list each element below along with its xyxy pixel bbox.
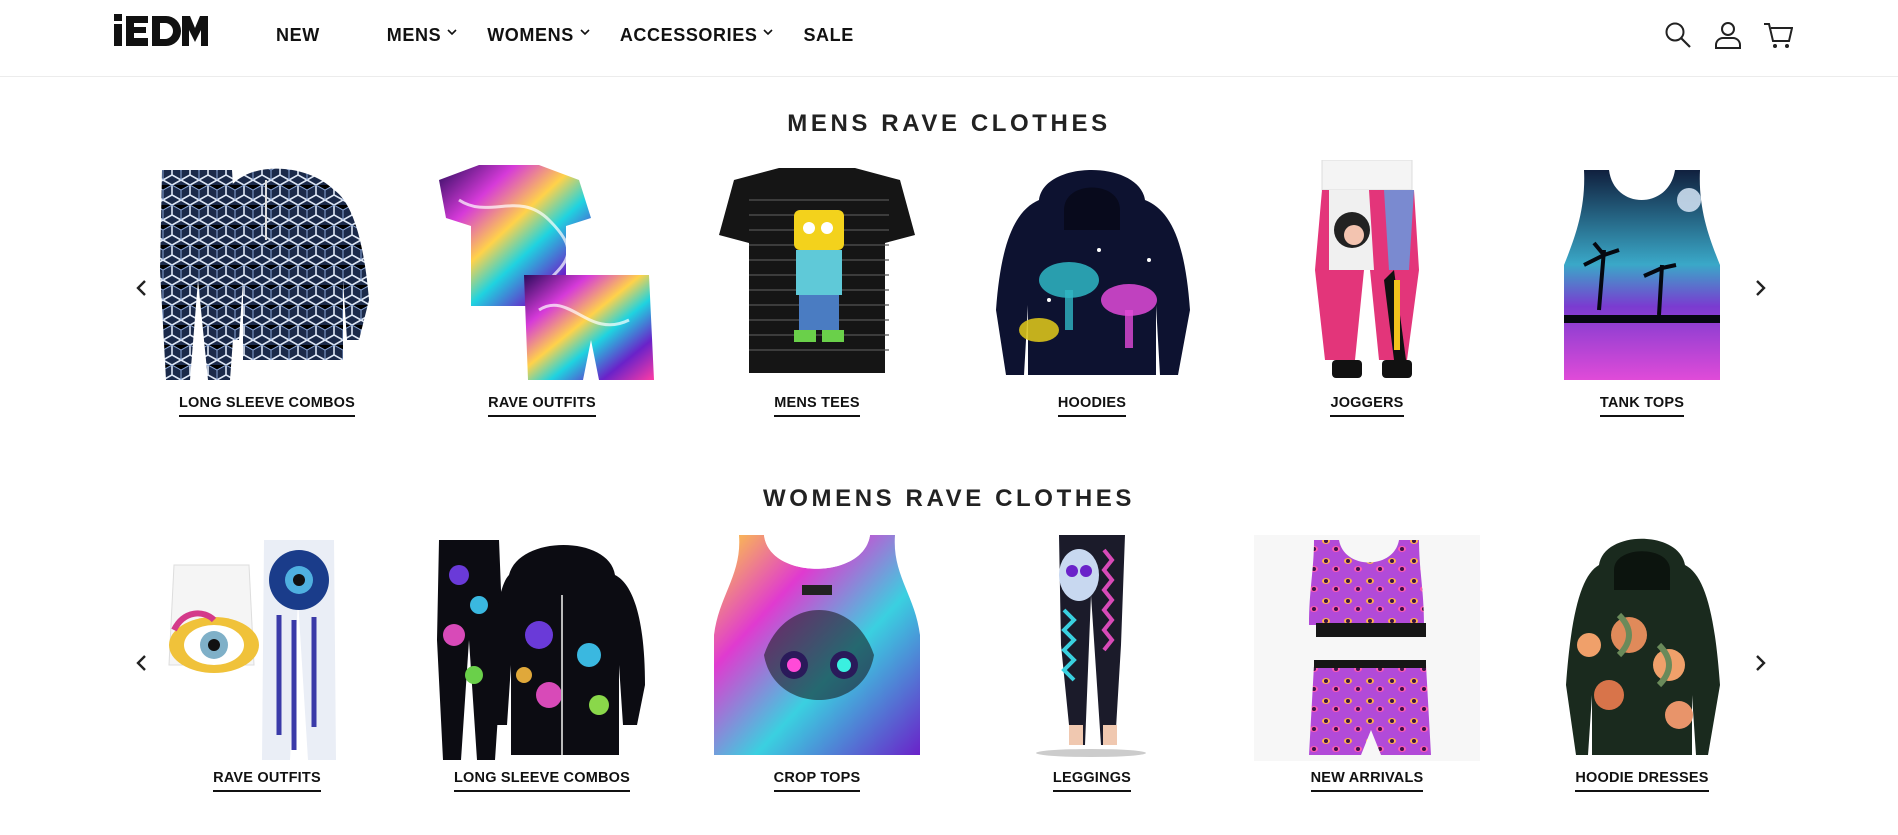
category-card[interactable]: LONG SLEEVE COMBOS (429, 535, 655, 795)
category-label: RAVE OUTFITS (488, 395, 596, 417)
category-card[interactable]: TANK TOPS (1529, 160, 1755, 420)
product-image (154, 535, 380, 761)
product-image (1529, 160, 1755, 386)
product-image (1254, 535, 1480, 761)
category-label: TANK TOPS (1599, 395, 1685, 417)
product-image (979, 160, 1205, 386)
nav-mens-label: MENS (386, 25, 442, 45)
nav-accessories-label: ACCESSORIES (619, 25, 758, 45)
nav-womens-label: WOMENS (487, 25, 574, 45)
womens-carousel: RAVE OUTFITS LONG SLEEVE COMBOS CROP TOP… (0, 535, 1898, 795)
header-icons (1643, 20, 1793, 50)
category-label: JOGGERS (1330, 395, 1404, 417)
mens-carousel: LONG SLEEVE COMBOS RAVE OUTFITS MENS TEE… (0, 160, 1898, 420)
nav-mens[interactable]: MENS (387, 25, 457, 46)
category-label: NEW ARRIVALS (1310, 770, 1424, 792)
nav-womens[interactable]: WOMENS (487, 25, 590, 46)
category-label: HOODIES (1057, 395, 1127, 417)
chevron-down-icon (763, 28, 774, 35)
category-label: LEGGINGS (1052, 770, 1132, 792)
chevron-down-icon (447, 28, 457, 35)
search-icon[interactable] (1663, 20, 1693, 50)
product-image (704, 160, 930, 386)
nav-new-label: NEW (276, 25, 320, 45)
cart-icon[interactable] (1763, 20, 1793, 50)
category-card[interactable]: LONG SLEEVE COMBOS (154, 160, 380, 420)
category-card[interactable]: LEGGINGS (979, 535, 1205, 795)
product-image (429, 535, 655, 761)
iedm-logo[interactable] (112, 12, 215, 48)
womens-section-title: WOMENS RAVE CLOTHES (763, 485, 1135, 512)
nav-sale[interactable]: SALE (803, 25, 853, 46)
category-card[interactable]: CROP TOPS (704, 535, 930, 795)
product-image (704, 535, 930, 761)
main-nav: NEW MENS WOMENS ACCESSORIES SALE (276, 25, 854, 46)
category-label: LONG SLEEVE COMBOS (453, 770, 630, 792)
nav-new[interactable]: NEW (276, 25, 320, 46)
chevron-down-icon (580, 28, 590, 35)
product-image (979, 535, 1205, 761)
nav-accessories[interactable]: ACCESSORIES (620, 25, 774, 46)
category-card[interactable]: JOGGERS (1254, 160, 1480, 420)
product-image (1254, 160, 1480, 386)
product-image (1529, 535, 1755, 761)
category-label: RAVE OUTFITS (213, 770, 321, 792)
category-label: HOODIE DRESSES (1575, 770, 1709, 792)
mens-section-title: MENS RAVE CLOTHES (787, 110, 1111, 137)
category-card[interactable]: RAVE OUTFITS (429, 160, 655, 420)
category-label: CROP TOPS (773, 770, 861, 792)
category-card[interactable]: RAVE OUTFITS (154, 535, 380, 795)
category-label: MENS TEES (774, 395, 860, 417)
site-header: NEW MENS WOMENS ACCESSORIES SALE (0, 0, 1898, 77)
category-label: LONG SLEEVE COMBOS (178, 395, 355, 417)
account-icon[interactable] (1713, 20, 1743, 50)
womens-product-list: RAVE OUTFITS LONG SLEEVE COMBOS CROP TOP… (150, 535, 1800, 795)
category-card[interactable]: NEW ARRIVALS (1254, 535, 1480, 795)
category-card[interactable]: HOODIE DRESSES (1529, 535, 1755, 795)
mens-product-list: LONG SLEEVE COMBOS RAVE OUTFITS MENS TEE… (150, 160, 1800, 420)
nav-sale-label: SALE (803, 25, 854, 45)
category-card[interactable]: HOODIES (979, 160, 1205, 420)
product-image (429, 160, 655, 386)
category-card[interactable]: MENS TEES (704, 160, 930, 420)
product-image (154, 160, 380, 386)
